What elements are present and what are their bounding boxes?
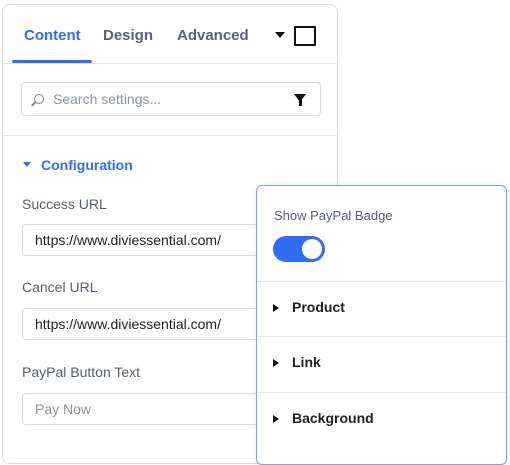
- tab-content[interactable]: Content: [24, 27, 81, 44]
- tab-bar: Content Design Advanced: [3, 5, 337, 64]
- caret-down-icon: [23, 162, 31, 167]
- toggle-knob: [302, 239, 322, 259]
- search-input[interactable]: [53, 83, 283, 115]
- show-badge-label: Show PayPal Badge: [274, 208, 393, 223]
- square-icon[interactable]: [294, 26, 316, 46]
- divider: [257, 392, 506, 393]
- section-product[interactable]: Product: [257, 284, 506, 334]
- divider: [257, 336, 506, 337]
- search-icon: [34, 94, 44, 104]
- search-box: [21, 82, 321, 116]
- tab-design[interactable]: Design: [103, 27, 153, 44]
- section-label: Product: [292, 299, 345, 315]
- filter-icon[interactable]: [294, 94, 306, 106]
- caret-right-icon: [273, 359, 279, 367]
- show-badge-toggle[interactable]: [273, 236, 325, 262]
- caret-right-icon: [273, 304, 279, 312]
- active-tab-indicator: [12, 60, 92, 63]
- caret-down-icon[interactable]: [275, 32, 285, 38]
- divider: [257, 281, 506, 282]
- section-link[interactable]: Link: [257, 339, 506, 389]
- badge-settings-popup: Show PayPal Badge Product Link Backgroun…: [256, 185, 507, 465]
- success-url-label: Success URL: [22, 196, 107, 212]
- tab-advanced[interactable]: Advanced: [177, 27, 249, 44]
- paypal-button-text-label: PayPal Button Text: [22, 364, 141, 380]
- caret-right-icon: [273, 415, 279, 423]
- cancel-url-label: Cancel URL: [22, 279, 98, 295]
- divider: [3, 135, 337, 136]
- section-label: Link: [292, 354, 321, 370]
- section-title: Configuration: [41, 157, 133, 173]
- section-background[interactable]: Background: [257, 395, 506, 445]
- section-label: Background: [292, 410, 374, 426]
